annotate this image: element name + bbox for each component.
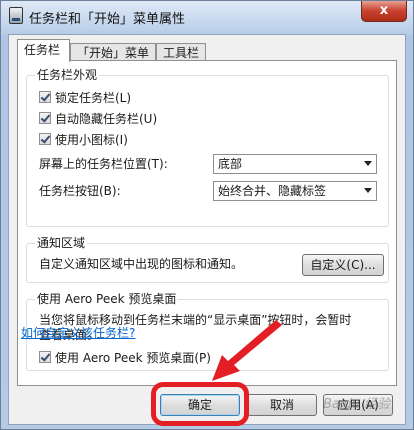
small-icons-checkbox[interactable]: 使用小图标(I) <box>39 131 128 147</box>
watermark-text: Baidu 经验 <box>323 397 391 412</box>
checkbox-checked-icon[interactable] <box>39 351 51 363</box>
appearance-group: 任务栏外观 锁定任务栏(L) 自动隐藏任务栏(U) 使用小图标(I) 屏幕上的任… <box>26 67 389 227</box>
small-icons-label: 使用小图标(I) <box>55 132 128 147</box>
aero-peek-group-title: 使用 Aero Peek 预览桌面 <box>35 291 179 307</box>
tab-taskbar[interactable]: 任务栏 <box>17 39 70 62</box>
taskbar-buttons-select[interactable]: 始终合并、隐藏标签 <box>213 181 377 201</box>
notification-description: 自定义通知区域中出现的图标和通知。 <box>39 257 244 271</box>
taskbar-buttons-label: 任务栏按钮(B): <box>39 184 121 198</box>
checkbox-checked-icon[interactable] <box>39 112 51 124</box>
customize-button[interactable]: 自定义(C)... <box>302 254 384 276</box>
help-link[interactable]: 如何自定义该任务栏? <box>21 324 135 341</box>
lock-taskbar-checkbox[interactable]: 锁定任务栏(L) <box>39 89 131 105</box>
window-title: 任务栏和「开始」菜单属性 <box>29 12 186 27</box>
cancel-button[interactable]: 取消 <box>247 394 317 416</box>
notification-group: 通知区域 自定义通知区域中出现的图标和通知。 自定义(C)... <box>26 235 389 283</box>
checkbox-checked-icon[interactable] <box>39 91 51 103</box>
tab-toolbars[interactable]: 工具栏 <box>156 43 206 61</box>
taskbar-app-icon <box>9 7 23 24</box>
autohide-taskbar-label: 自动隐藏任务栏(U) <box>55 111 158 126</box>
title-bar[interactable]: 任务栏和「开始」菜单属性 x <box>1 1 413 31</box>
dialog-window: 任务栏和「开始」菜单属性 x 任务栏 「开始」菜单 工具栏 任务栏外观 锁定任务… <box>0 0 414 430</box>
position-label: 屏幕上的任务栏位置(T): <box>39 157 168 171</box>
annotation-arrow-icon <box>212 320 282 381</box>
tab-start-menu[interactable]: 「开始」菜单 <box>70 43 156 61</box>
chevron-down-icon <box>364 188 372 193</box>
aero-peek-checkbox-label: 使用 Aero Peek 预览桌面(P) <box>55 350 211 365</box>
taskbar-buttons-value: 始终合并、隐藏标签 <box>218 184 327 198</box>
autohide-taskbar-checkbox[interactable]: 自动隐藏任务栏(U) <box>39 110 157 126</box>
notification-group-title: 通知区域 <box>35 235 88 251</box>
lock-taskbar-label: 锁定任务栏(L) <box>55 90 132 105</box>
position-select[interactable]: 底部 <box>213 154 377 174</box>
aero-peek-checkbox[interactable]: 使用 Aero Peek 预览桌面(P) <box>39 349 211 365</box>
checkbox-checked-icon[interactable] <box>39 133 51 145</box>
close-button[interactable]: x <box>361 1 407 22</box>
chevron-down-icon <box>364 161 372 166</box>
position-value: 底部 <box>218 157 243 171</box>
appearance-group-title: 任务栏外观 <box>35 67 100 83</box>
